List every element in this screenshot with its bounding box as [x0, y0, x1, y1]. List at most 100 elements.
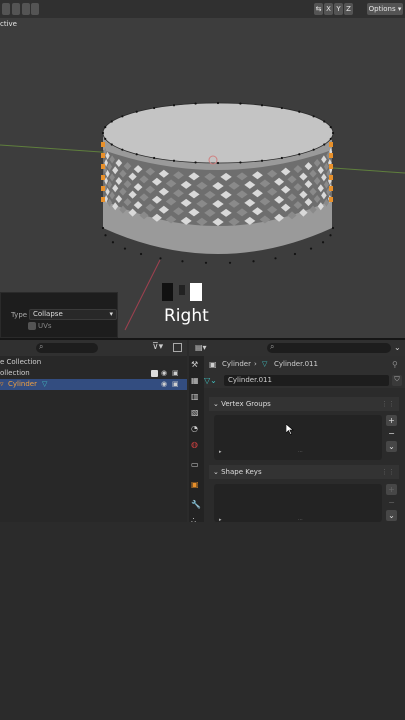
type-label: Type	[11, 311, 28, 319]
vertex	[298, 110, 301, 113]
options-dropdown[interactable]: Options ▾	[367, 3, 403, 15]
vertex	[323, 143, 326, 146]
vertex	[239, 102, 242, 105]
world-tab-icon[interactable]: ◍	[191, 440, 202, 451]
remove-vertex-group-button[interactable]: −	[386, 428, 397, 439]
vertex	[204, 261, 208, 264]
vertex	[260, 104, 264, 107]
axis-z-button[interactable]: Z	[344, 3, 353, 15]
selected-edge	[329, 153, 333, 158]
view-layer-tab-icon[interactable]: ▧	[191, 408, 202, 419]
mesh-data-icon: ▽	[262, 360, 268, 368]
select-mode-icon[interactable]	[2, 3, 10, 15]
outliner-search-input[interactable]: ⌕	[36, 342, 98, 353]
select-mode-icon[interactable]	[31, 3, 39, 15]
editor-type-icon[interactable]: ▤▾	[195, 343, 207, 352]
shape-key-specials-button[interactable]: ⌄	[386, 510, 397, 521]
modifier-tab-icon[interactable]: 🔧	[191, 500, 202, 511]
selected-edge	[329, 186, 333, 191]
outliner-row-label: e Collection	[0, 358, 42, 366]
remove-shape-key-button[interactable]: −	[386, 497, 397, 508]
properties-context: ▣ Cylinder › ▽ Cylinder.011 ⚲ ▽⌄ Cylinde…	[204, 356, 405, 388]
vertex	[323, 120, 326, 123]
collection-tab-icon[interactable]: ▭	[191, 460, 202, 471]
shape-keys-list[interactable]: ▸ ⋯	[214, 484, 382, 523]
shape-keys-label: Shape Keys	[221, 468, 262, 476]
tool-tab-icon[interactable]: ⚒	[191, 360, 202, 371]
vertex	[194, 102, 197, 105]
vertex	[312, 148, 315, 151]
scene-tab-icon[interactable]: ◔	[191, 424, 202, 435]
eye-icon[interactable]: ◉	[161, 368, 167, 379]
select-mode-icon[interactable]	[22, 3, 30, 15]
axis-y-button[interactable]: Y	[334, 3, 343, 15]
vertex	[293, 252, 297, 256]
drag-handle-icon[interactable]: ⋮⋮	[381, 397, 395, 411]
vertex	[331, 131, 335, 135]
vertex	[298, 153, 301, 156]
checkbox-icon[interactable]	[151, 370, 158, 377]
select-mode-icon[interactable]	[12, 3, 20, 15]
outliner-row-collection[interactable]: ollection ◉ ▣	[0, 368, 187, 379]
vertex	[274, 257, 277, 260]
selected-edge	[101, 175, 105, 180]
selected-edge	[101, 186, 105, 191]
add-shape-key-button[interactable]: +	[386, 484, 397, 495]
render-tab-icon[interactable]: ▦	[191, 376, 202, 387]
mesh-name-field[interactable]: Cylinder.011	[224, 375, 389, 386]
vertex	[216, 101, 220, 105]
vertex	[172, 104, 176, 107]
chevron-down-icon[interactable]: ⌄	[394, 343, 401, 352]
new-collection-icon[interactable]	[173, 343, 182, 352]
vertex	[121, 148, 124, 151]
pin-icon[interactable]: ⚲	[392, 360, 398, 369]
selected-edge	[101, 164, 105, 169]
eye-icon[interactable]: ◉	[161, 379, 167, 390]
chevron-down-icon: ▾	[109, 310, 113, 318]
camera-icon[interactable]: ▣	[172, 368, 179, 379]
mirror-icon[interactable]: ⇆	[314, 3, 323, 15]
properties-search-input[interactable]: ⌕	[267, 342, 391, 353]
uvs-checkbox[interactable]	[28, 322, 36, 330]
vertex	[123, 247, 127, 250]
drag-handle-icon[interactable]: ⋮⋮	[381, 465, 395, 479]
type-select[interactable]: Collapse ▾	[29, 309, 117, 320]
vertex	[121, 115, 124, 118]
selected-edge	[329, 142, 333, 147]
properties-editor: ▤▾ ⌕ ⌄ ▣ Cylinder › ▽ Cylinder.011 ⚲ ▽⌄ …	[189, 340, 405, 525]
vertex	[228, 261, 232, 264]
vertex-group-specials-button[interactable]: ⌄	[386, 441, 397, 452]
output-tab-icon[interactable]: ▥	[191, 392, 202, 403]
add-vertex-group-button[interactable]: +	[386, 415, 397, 426]
vertex	[110, 143, 113, 146]
vertex	[239, 161, 242, 164]
vertex	[104, 137, 107, 140]
camera-icon[interactable]: ▣	[172, 379, 179, 390]
shape-keys-panel-header[interactable]: ⌄ Shape Keys ⋮⋮	[209, 465, 399, 479]
outliner-row-label: ollection	[0, 369, 30, 377]
outliner-header: ⌕ ⊽▾	[0, 340, 187, 356]
vertex	[252, 260, 255, 263]
vertex-groups-panel-header[interactable]: ⌄ Vertex Groups ⋮⋮	[209, 397, 399, 411]
mesh-data-icon[interactable]: ▽	[42, 379, 47, 390]
vertex	[181, 260, 184, 263]
properties-tabs: ⚒ ▦ ▥ ▧ ◔ ◍ ▭ ▣ 🔧 ∴	[189, 356, 204, 525]
outliner-row-scene-collection[interactable]: e Collection	[0, 357, 187, 368]
outliner-row-cylinder[interactable]: ▿ Cylinder ▽ ◉ ▣	[0, 379, 187, 390]
vertex	[194, 161, 197, 164]
outliner: ⌕ ⊽▾ e Collection ollection ◉ ▣ ▿ Cylind…	[0, 340, 187, 522]
expand-arrow-icon[interactable]: ▸	[219, 449, 222, 455]
resize-handle-icon[interactable]: ⋯	[298, 449, 303, 455]
mesh-browse-icon[interactable]: ▽⌄	[204, 376, 217, 385]
object-icon: ▣	[209, 360, 217, 369]
3d-viewport[interactable]: ⇆ X Y Z Options ▾ ctive Right	[0, 0, 405, 338]
object-icon: ▿	[0, 380, 4, 388]
vertex	[329, 234, 332, 237]
fake-user-shield-icon[interactable]: ⛉	[392, 375, 402, 386]
axis-x-button[interactable]: X	[324, 3, 333, 15]
vertex	[216, 161, 220, 165]
filter-icon[interactable]: ⊽▾	[152, 342, 163, 352]
object-tab-icon[interactable]: ▣	[191, 480, 202, 491]
chevron-right-icon: ›	[254, 360, 257, 368]
vertex-groups-list[interactable]: ▸ ⋯	[214, 415, 382, 460]
